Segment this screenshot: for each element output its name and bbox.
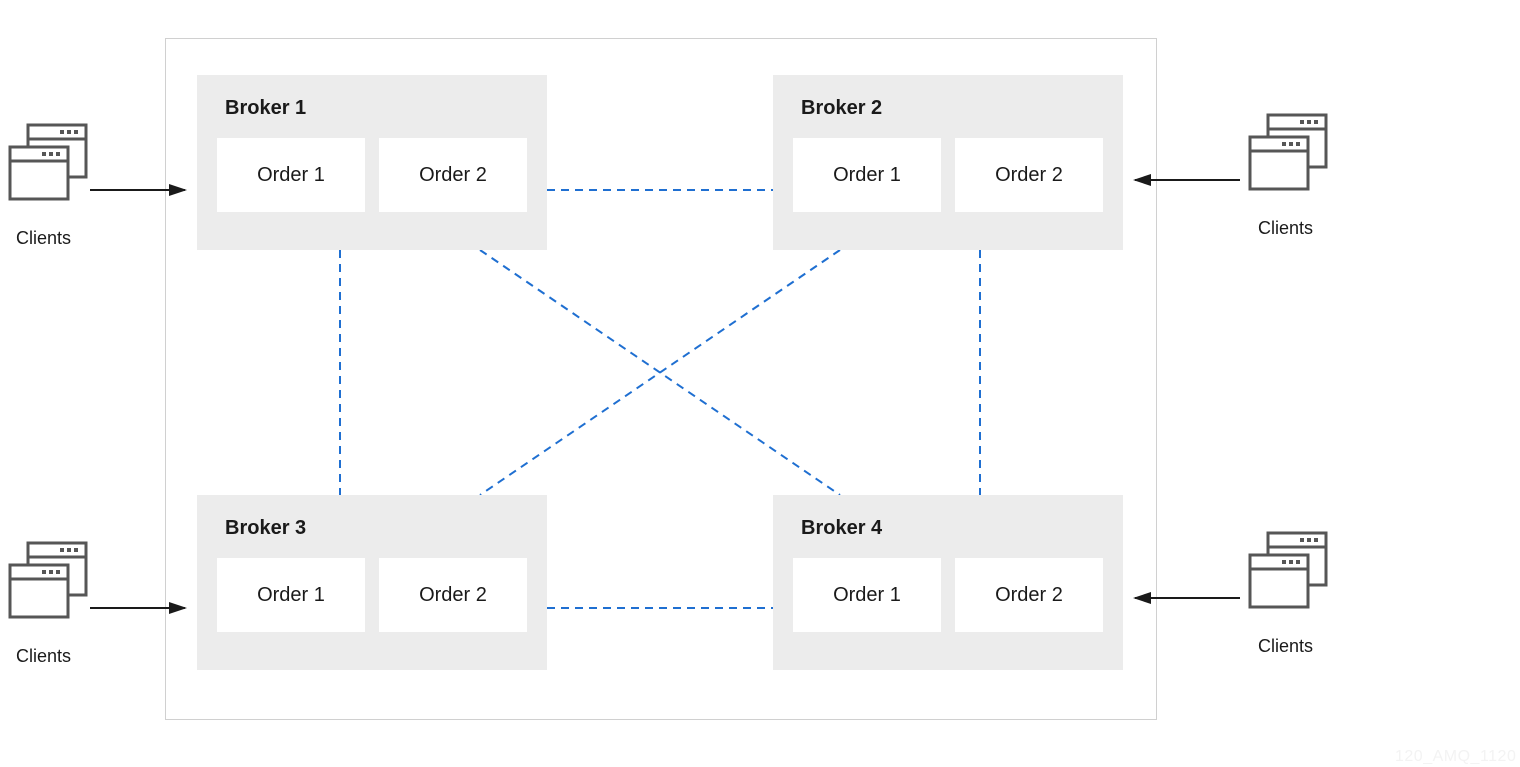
broker-4-order-1: Order 1 xyxy=(793,558,941,632)
clients-icon xyxy=(10,125,86,199)
diagram-canvas: Clients Clients Clients Clients Broker 1 Orde… xyxy=(0,0,1520,767)
clients-bl-label: Clients xyxy=(16,646,71,667)
broker-3-order-1: Order 1 xyxy=(217,558,365,632)
broker-2: Broker 2 Order 1Order 2 xyxy=(773,75,1123,250)
broker-2-title: Broker 2 xyxy=(801,97,1103,120)
broker-1-title: Broker 1 xyxy=(225,97,527,120)
broker-1-order-1: Order 1 xyxy=(217,138,365,212)
broker-2-orders: Order 1Order 2 xyxy=(793,138,1103,212)
broker-1-orders: Order 1Order 2 xyxy=(217,138,527,212)
clients-tr-label: Clients xyxy=(1258,218,1313,239)
broker-4-title: Broker 4 xyxy=(801,517,1103,540)
broker-3-title: Broker 3 xyxy=(225,517,527,540)
clients-tl-label: Clients xyxy=(16,228,71,249)
broker-3-order-2: Order 2 xyxy=(379,558,527,632)
broker-2-order-1: Order 1 xyxy=(793,138,941,212)
clients-br-label: Clients xyxy=(1258,636,1313,657)
broker-4: Broker 4 Order 1Order 2 xyxy=(773,495,1123,670)
broker-3-orders: Order 1Order 2 xyxy=(217,558,527,632)
broker-4-orders: Order 1Order 2 xyxy=(793,558,1103,632)
broker-4-order-2: Order 2 xyxy=(955,558,1103,632)
watermark: 120_AMQ_1120 xyxy=(1395,748,1516,766)
broker-1: Broker 1 Order 1Order 2 xyxy=(197,75,547,250)
clients-icon xyxy=(10,543,86,617)
broker-2-order-2: Order 2 xyxy=(955,138,1103,212)
broker-1-order-2: Order 2 xyxy=(379,138,527,212)
clients-icon xyxy=(1250,115,1326,189)
broker-3: Broker 3 Order 1Order 2 xyxy=(197,495,547,670)
clients-icon xyxy=(1250,533,1326,607)
